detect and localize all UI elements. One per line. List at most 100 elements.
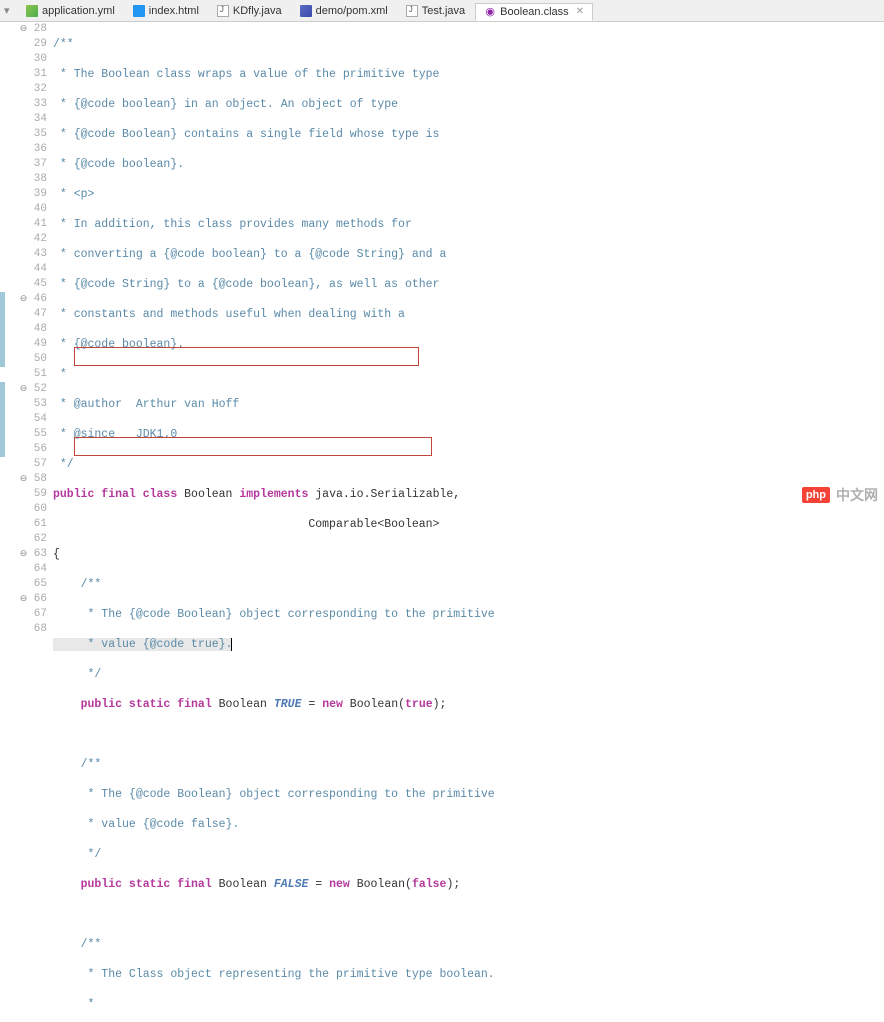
watermark-text: 中文网 [836, 485, 878, 505]
comment: * converting a {@code boolean} to a {@co… [53, 248, 446, 261]
line-number: 64 [15, 562, 47, 577]
line-number: 47 [15, 307, 47, 322]
comment: JDK1.0 [115, 428, 177, 441]
line-number: 62 [15, 532, 47, 547]
javadoc-tag: * @author [53, 398, 122, 411]
watermark-logo: php [802, 487, 830, 503]
line-number: 40 [15, 202, 47, 217]
line-number: 58⊖ [15, 472, 47, 487]
comment: * [53, 368, 67, 381]
file-icon-java [406, 5, 418, 17]
tab-label: KDfly.java [233, 5, 282, 17]
line-number: 55 [15, 427, 47, 442]
file-icon-yml [26, 5, 38, 17]
close-icon[interactable]: ✕ [576, 6, 584, 17]
tab-label: index.html [149, 5, 199, 17]
type-name: Boolean [177, 488, 239, 501]
change-marker [0, 382, 5, 457]
code-text: java.io.Serializable, [308, 488, 460, 501]
comment: * The {@code Boolean} object correspondi… [53, 608, 495, 621]
line-number: 54 [15, 412, 47, 427]
tab-application-yml[interactable]: application.yml [18, 3, 123, 19]
comment: /** [53, 758, 101, 771]
keyword: public final class [53, 488, 177, 501]
code-text: = [301, 698, 322, 711]
tab-demo-pom-xml[interactable]: demo/pom.xml [292, 3, 396, 19]
line-number: 34 [15, 112, 47, 127]
editor-tab-bar: ▾ application.yml index.html KDfly.java … [0, 0, 884, 22]
tab-kdfly-java[interactable]: KDfly.java [209, 3, 290, 19]
fold-icon[interactable]: ⊖ [19, 295, 28, 304]
line-number: 48 [15, 322, 47, 337]
comment: * The Boolean class wraps a value of the… [53, 68, 439, 81]
keyword: public static final [81, 878, 212, 891]
line-number: 42 [15, 232, 47, 247]
code-text: Comparable<Boolean> [53, 518, 439, 531]
fold-icon[interactable]: ⊖ [19, 550, 28, 559]
line-number-gutter: 28⊖ 29 30 31 32 33 34 35 36 37 38 39 40 … [15, 22, 53, 511]
line-number: 44 [15, 262, 47, 277]
comment: */ [53, 668, 101, 681]
line-number: 41 [15, 217, 47, 232]
tab-label: application.yml [42, 5, 115, 17]
comment: Arthur van Hoff [122, 398, 239, 411]
tab-index-html[interactable]: index.html [125, 3, 207, 19]
comment: * [53, 998, 94, 1011]
code-content[interactable]: /** * The Boolean class wraps a value of… [53, 22, 884, 511]
line-number: 66⊖ [15, 592, 47, 607]
line-number: 32 [15, 82, 47, 97]
comment: */ [53, 458, 74, 471]
comment: */ [53, 848, 101, 861]
javadoc-tag: * @since [53, 428, 115, 441]
tab-boolean-class[interactable]: ◉ Boolean.class ✕ [475, 3, 593, 21]
line-number: 56 [15, 442, 47, 457]
code-editor[interactable]: 28⊖ 29 30 31 32 33 34 35 36 37 38 39 40 … [0, 22, 884, 511]
text-cursor [231, 638, 232, 651]
code-text: ); [433, 698, 447, 711]
keyword: public static final [81, 698, 212, 711]
field-name: TRUE [274, 698, 302, 711]
comment: * constants and methods useful when deal… [53, 308, 405, 321]
file-icon-class: ◉ [484, 6, 496, 18]
tab-test-java[interactable]: Test.java [398, 3, 473, 19]
brace: { [53, 548, 60, 561]
comment: * {@code String} to a {@code boolean}, a… [53, 278, 439, 291]
file-icon-html [133, 5, 145, 17]
line-number: 51 [15, 367, 47, 382]
fold-icon[interactable]: ⊖ [19, 595, 28, 604]
line-number: 31 [15, 67, 47, 82]
comment: /** [53, 38, 74, 51]
code-text: Boolean( [343, 698, 405, 711]
comment: * The {@code Boolean} object correspondi… [53, 788, 495, 801]
line-number: 63⊖ [15, 547, 47, 562]
comment: * The Class object representing the prim… [53, 968, 495, 981]
keyword: new [322, 698, 343, 711]
line-number: 37 [15, 157, 47, 172]
keyword: false [412, 878, 447, 891]
line-number: 60 [15, 502, 47, 517]
marker-column [0, 22, 15, 511]
code-text: = [308, 878, 329, 891]
tab-overflow-icon[interactable]: ▾ [4, 4, 18, 17]
tab-label: Test.java [422, 5, 465, 17]
tab-label: demo/pom.xml [316, 5, 388, 17]
watermark: php 中文网 [802, 485, 878, 505]
fold-icon[interactable]: ⊖ [19, 25, 28, 34]
comment: * <p> [53, 188, 94, 201]
comment: * {@code boolean} in an object. An objec… [53, 98, 398, 111]
change-marker [0, 292, 5, 367]
line-number: 28⊖ [15, 22, 47, 37]
line-number: 36 [15, 142, 47, 157]
fold-icon[interactable]: ⊖ [19, 385, 28, 394]
line-number: 29 [15, 37, 47, 52]
keyword: new [329, 878, 350, 891]
file-icon-java [217, 5, 229, 17]
fold-icon[interactable]: ⊖ [19, 475, 28, 484]
line-number: 65 [15, 577, 47, 592]
line-number: 52⊖ [15, 382, 47, 397]
file-icon-xml [300, 5, 312, 17]
line-number: 50 [15, 352, 47, 367]
tab-label: Boolean.class [500, 6, 569, 18]
comment: * {@code boolean}. [53, 338, 184, 351]
line-number: 30 [15, 52, 47, 67]
